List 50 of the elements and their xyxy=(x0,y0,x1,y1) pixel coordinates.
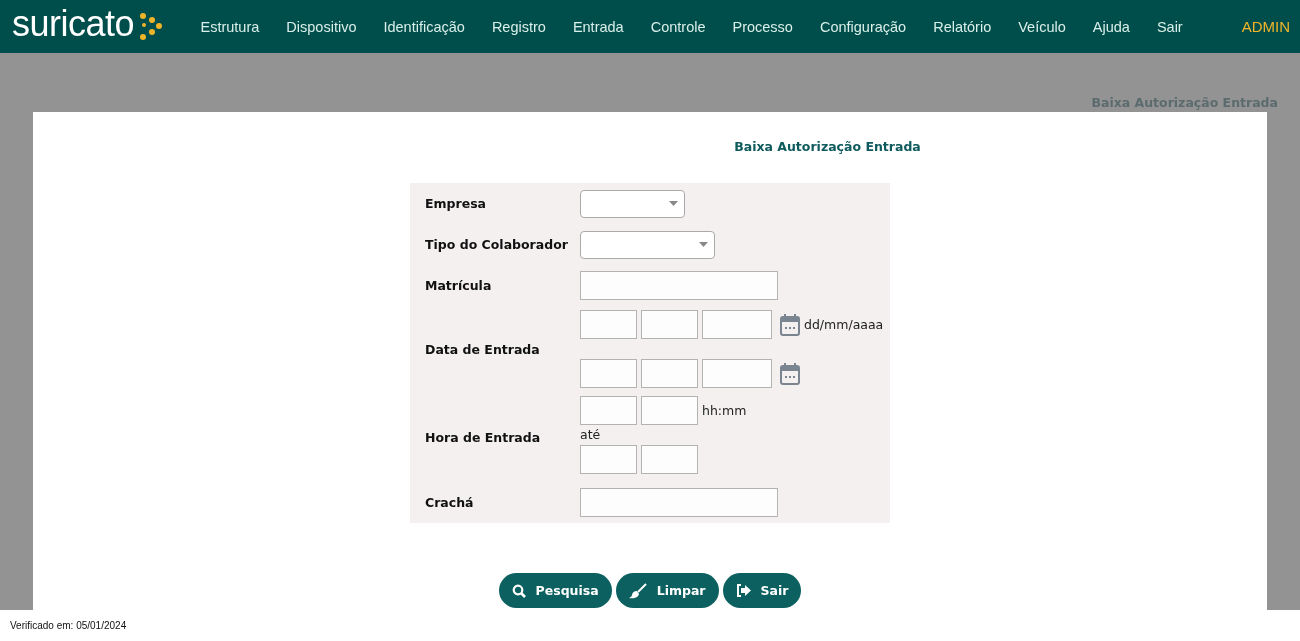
text-field[interactable] xyxy=(580,271,778,300)
brush-icon xyxy=(628,582,647,599)
page-title: Baixa Autorização Entrada xyxy=(1091,95,1278,111)
menu-item[interactable]: Veículo xyxy=(1004,18,1080,35)
year-field[interactable] xyxy=(702,359,772,388)
menu-item[interactable]: Configuração xyxy=(806,18,920,35)
search-icon xyxy=(511,583,526,598)
month-field[interactable] xyxy=(641,359,698,388)
menu-item[interactable]: Relatório xyxy=(919,18,1005,35)
format-hint: hh:mm xyxy=(702,403,747,418)
menu-item[interactable]: Processo xyxy=(719,18,807,35)
action-button[interactable]: Limpar xyxy=(615,573,719,608)
hour-field[interactable] xyxy=(580,396,637,425)
menu-item[interactable]: Sair xyxy=(1143,18,1197,35)
minute-field[interactable] xyxy=(641,396,698,425)
verification-date: Verificado em: 05/01/2024 xyxy=(9,619,128,631)
field-label: Data de Entrada xyxy=(410,306,580,392)
menu-item[interactable]: Ajuda xyxy=(1079,18,1144,35)
form-title: Baixa Autorização Entrada xyxy=(734,139,921,155)
menu-item[interactable]: Identificação xyxy=(369,18,479,35)
menu-item[interactable]: Dispositivo xyxy=(272,18,370,35)
exit-icon xyxy=(735,584,751,597)
day-field[interactable] xyxy=(580,359,637,388)
caret-icon xyxy=(669,201,678,206)
menu-item[interactable]: Estrutura xyxy=(187,18,273,35)
day-field[interactable] xyxy=(580,310,637,339)
menu-item[interactable]: Registro xyxy=(478,18,560,35)
caret-icon xyxy=(699,242,708,247)
field-label: Empresa xyxy=(410,183,580,224)
field-label: Hora de Entrada xyxy=(410,392,580,482)
minute-field[interactable] xyxy=(641,445,698,474)
logo-text[interactable]: suricato xyxy=(12,3,135,44)
month-field[interactable] xyxy=(641,310,698,339)
menu-item[interactable]: Entrada xyxy=(559,18,638,35)
user-name[interactable]: ADMIN xyxy=(1241,18,1290,35)
range-separator: até xyxy=(580,427,602,443)
year-field[interactable] xyxy=(702,310,772,339)
action-button[interactable]: Sair xyxy=(722,573,802,608)
action-button[interactable]: Pesquisa xyxy=(498,573,612,608)
field-label: Crachá xyxy=(410,482,580,523)
menu-item[interactable]: Controle xyxy=(637,18,719,35)
format-hint: dd/mm/aaaa xyxy=(804,317,884,332)
field-label: Tipo do Colaborador xyxy=(410,224,580,265)
hour-field[interactable] xyxy=(580,445,637,474)
dropdown[interactable] xyxy=(580,230,715,259)
text-field[interactable] xyxy=(580,488,778,517)
calendar-icon[interactable] xyxy=(780,362,800,385)
field-label: Matrícula xyxy=(410,265,580,306)
calendar-icon[interactable] xyxy=(780,313,800,336)
dropdown[interactable] xyxy=(580,189,685,218)
